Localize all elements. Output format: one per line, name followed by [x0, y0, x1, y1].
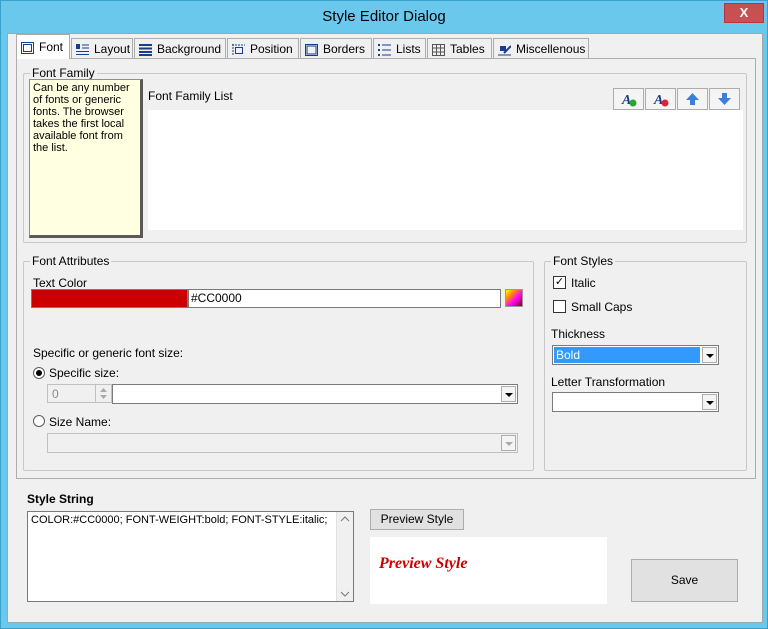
style-string-label: Style String [27, 492, 94, 506]
size-name-radio[interactable] [33, 415, 45, 427]
text-color-swatch [31, 289, 188, 308]
tab-background[interactable]: Background [134, 38, 226, 58]
move-down-button[interactable] [709, 88, 740, 110]
remove-font-icon: A [653, 93, 669, 108]
specific-size-spinner[interactable]: 0 [47, 384, 112, 403]
tables-tab-icon [432, 43, 445, 56]
tab-miscellenous-label: Miscellenous [516, 41, 586, 56]
chevron-down-icon[interactable] [702, 347, 717, 363]
letter-transformation-select[interactable] [552, 392, 719, 412]
save-button[interactable]: Save [631, 559, 738, 602]
style-editor-window: Style Editor Dialog X Font Layout Backgr… [0, 0, 768, 629]
move-up-icon [686, 93, 699, 105]
text-color-label: Text Color [33, 276, 88, 290]
specific-size-radio[interactable] [33, 367, 45, 379]
tab-tables-label: Tables [450, 41, 485, 56]
preview-style-button[interactable]: Preview Style [370, 509, 464, 530]
tab-font-label: Font [39, 40, 64, 54]
dialog-client: Font Layout Background Position Borders … [7, 33, 763, 623]
move-up-button[interactable] [677, 88, 708, 110]
font-attributes-legend: Font Attributes [30, 254, 112, 268]
move-down-icon [718, 93, 731, 105]
miscellenous-tab-icon [498, 43, 512, 55]
thickness-value: Bold [554, 347, 700, 363]
chevron-down-icon[interactable] [501, 386, 516, 402]
tab-font[interactable]: Font [16, 34, 70, 59]
font-tab-page: Font Family Can be any number of fonts o… [16, 58, 756, 479]
font-family-list-label: Font Family List [148, 89, 233, 103]
layout-tab-icon [76, 43, 89, 55]
add-font-button[interactable]: A [613, 88, 644, 110]
text-color-input[interactable]: #CC0000 [188, 289, 501, 308]
chevron-down-icon[interactable] [501, 435, 516, 451]
preview-text: Preview Style [379, 555, 468, 572]
font-attributes-group: Font Attributes Text Color #CC0000 Speci… [23, 254, 534, 471]
small-caps-checkbox[interactable] [553, 300, 566, 313]
thickness-label: Thickness [551, 327, 606, 341]
color-picker-icon[interactable] [505, 289, 523, 307]
close-button[interactable]: X [724, 3, 764, 23]
small-caps-label: Small Caps [571, 300, 633, 314]
preview-box: Preview Style [370, 537, 607, 604]
svg-text:A: A [653, 93, 663, 108]
borders-tab-icon [305, 43, 318, 56]
position-tab-icon [232, 43, 245, 56]
tab-lists-label: Lists [396, 41, 421, 56]
font-styles-group: Font Styles ✓ Italic Small Caps Thicknes… [544, 254, 747, 471]
font-size-label: Specific or generic font size: [33, 346, 184, 360]
tab-lists[interactable]: Lists [373, 38, 426, 58]
size-name-label: Size Name: [49, 415, 112, 429]
thickness-select[interactable]: Bold [552, 345, 719, 365]
tab-borders-label: Borders [323, 41, 366, 56]
style-string-scrollbar[interactable] [336, 512, 353, 601]
size-name-select[interactable] [47, 433, 518, 453]
svg-text:A: A [621, 93, 631, 108]
tab-miscellenous[interactable]: Miscellenous [493, 38, 589, 58]
tab-layout[interactable]: Layout [71, 38, 133, 58]
tab-strip: Font Layout Background Position Borders … [16, 34, 756, 59]
font-family-help: Can be any number of fonts or generic fo… [29, 79, 143, 238]
tab-borders[interactable]: Borders [300, 38, 372, 58]
size-unit-select[interactable] [112, 384, 518, 404]
chevron-down-icon[interactable] [702, 394, 717, 410]
remove-font-button[interactable]: A [645, 88, 676, 110]
tab-tables[interactable]: Tables [427, 38, 492, 58]
tab-position[interactable]: Position [227, 38, 299, 58]
title-bar[interactable]: Style Editor Dialog X [1, 1, 767, 33]
tab-layout-label: Layout [94, 41, 131, 56]
style-string-panel: Style String COLOR:#CC0000; FONT-WEIGHT:… [8, 481, 762, 622]
specific-size-label: Specific size: [49, 366, 120, 380]
italic-checkbox[interactable]: ✓ [553, 276, 566, 289]
italic-label: Italic [571, 276, 596, 290]
tab-background-label: Background [157, 41, 222, 56]
font-styles-legend: Font Styles [551, 254, 616, 268]
background-tab-icon [139, 43, 152, 56]
font-family-group: Font Family Can be any number of fonts o… [23, 66, 747, 243]
add-font-icon: A [621, 93, 637, 108]
style-string-textarea[interactable]: COLOR:#CC0000; FONT-WEIGHT:bold; FONT-ST… [27, 511, 354, 602]
font-family-list[interactable] [148, 110, 743, 230]
font-tab-icon [21, 41, 34, 54]
specific-size-value: 0 [52, 387, 59, 401]
letter-transformation-label: Letter Transformation [551, 375, 666, 389]
tab-position-label: Position [250, 41, 293, 56]
window-title: Style Editor Dialog [322, 8, 446, 25]
style-string-value: COLOR:#CC0000; FONT-WEIGHT:bold; FONT-ST… [31, 514, 328, 526]
font-family-legend: Font Family [30, 66, 97, 80]
lists-tab-icon [378, 43, 391, 56]
spinner-arrows-icon[interactable] [95, 385, 111, 402]
